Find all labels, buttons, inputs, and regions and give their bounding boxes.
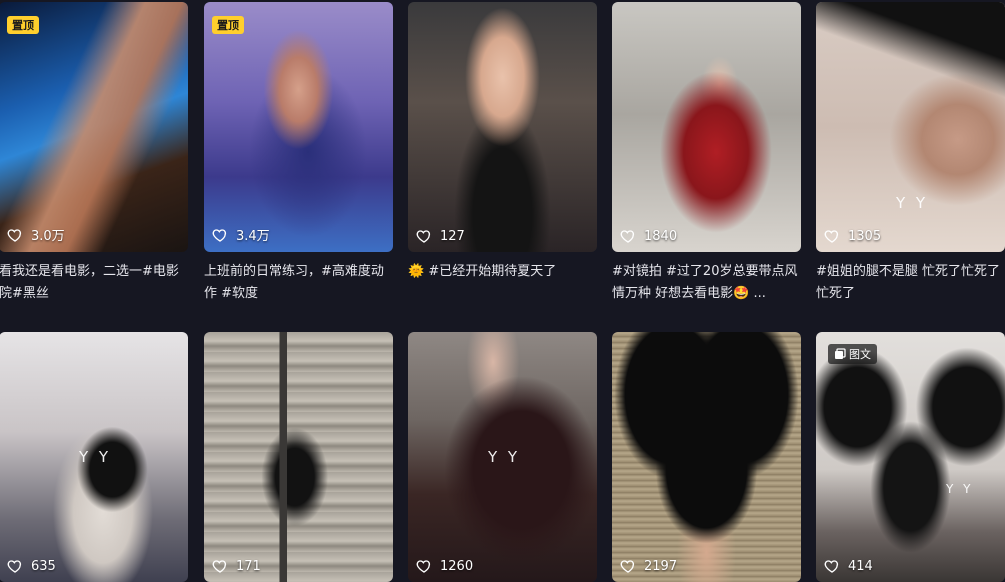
video-caption[interactable]: 🌞 #已经开始期待夏天了 <box>408 261 597 305</box>
gallery-icon <box>835 348 846 359</box>
video-thumbnail[interactable]: Y Y 635 <box>0 332 188 582</box>
video-card[interactable]: 2197 <box>612 332 801 582</box>
watermark: Y Y <box>488 448 521 466</box>
video-card[interactable]: Y Y 635 <box>0 332 188 582</box>
video-thumbnail[interactable]: 2197 <box>612 332 801 582</box>
video-card[interactable]: Y Y 1305 #姐姐的腿不是腿 忙死了忙死了忙死了 <box>816 2 1005 305</box>
video-thumbnail[interactable]: 图文 Y Y 414 <box>816 332 1005 582</box>
like-count-value: 171 <box>236 558 261 574</box>
gallery-badge: 图文 <box>828 344 877 364</box>
video-card[interactable]: 图文 Y Y 414 <box>816 332 1005 582</box>
video-caption[interactable]: 上班前的日常练习，#高难度动作 #软度 <box>204 261 393 305</box>
video-caption[interactable]: 看我还是看电影，二选一#电影院#黑丝 <box>0 261 188 305</box>
video-thumbnail[interactable]: 置顶 3.4万 <box>204 2 393 252</box>
watermark: Y Y <box>896 194 929 212</box>
like-count: 635 <box>7 558 56 574</box>
like-count-value: 127 <box>440 228 465 244</box>
video-card[interactable]: 置顶 3.0万 看我还是看电影，二选一#电影院#黑丝 <box>0 2 188 305</box>
like-count: 127 <box>416 228 465 244</box>
like-count-value: 1305 <box>848 228 882 244</box>
heart-outline-icon <box>7 228 22 242</box>
video-thumbnail[interactable]: 1840 <box>612 2 801 252</box>
video-thumbnail[interactable]: Y Y 1260 <box>408 332 597 582</box>
like-count: 3.4万 <box>212 225 270 244</box>
video-card[interactable]: 171 <box>204 332 393 582</box>
like-count-value: 3.4万 <box>236 229 270 244</box>
like-count: 1305 <box>824 228 881 244</box>
video-thumbnail[interactable]: Y Y 1305 <box>816 2 1005 252</box>
video-thumbnail[interactable]: 置顶 3.0万 <box>0 2 188 252</box>
pinned-badge: 置顶 <box>7 16 39 34</box>
like-count-value: 414 <box>848 558 873 574</box>
like-count-value: 1260 <box>440 558 474 574</box>
like-count-value: 635 <box>31 558 56 574</box>
video-card[interactable]: 1840 #对镜拍 #过了20岁总要带点风情万种 好想去看电影🤩 ... <box>612 2 801 305</box>
like-count: 1840 <box>620 228 677 244</box>
heart-outline-icon <box>824 230 839 243</box>
video-card[interactable]: Y Y 1260 <box>408 332 597 582</box>
like-count: 2197 <box>620 558 677 574</box>
like-count: 414 <box>824 558 873 574</box>
video-thumbnail[interactable]: 127 <box>408 2 597 252</box>
heart-outline-icon <box>416 230 431 243</box>
heart-outline-icon <box>212 560 227 573</box>
like-count: 1260 <box>416 558 473 574</box>
like-count: 171 <box>212 558 261 574</box>
like-count-value: 3.0万 <box>31 229 65 244</box>
pinned-badge: 置顶 <box>212 16 244 34</box>
heart-outline-icon <box>620 230 635 243</box>
video-card[interactable]: 127 🌞 #已经开始期待夏天了 <box>408 2 597 305</box>
video-card[interactable]: 置顶 3.4万 上班前的日常练习，#高难度动作 #软度 <box>204 2 393 305</box>
heart-outline-icon <box>620 560 635 573</box>
like-count-value: 1840 <box>644 228 678 244</box>
watermark: Y Y <box>946 482 974 496</box>
heart-outline-icon <box>212 228 227 242</box>
video-caption[interactable]: #姐姐的腿不是腿 忙死了忙死了忙死了 <box>816 261 1005 305</box>
watermark: Y Y <box>79 448 112 466</box>
heart-outline-icon <box>7 560 22 573</box>
heart-outline-icon <box>824 560 839 573</box>
video-grid: 置顶 3.0万 看我还是看电影，二选一#电影院#黑丝 置顶 3.4万 上班前的日… <box>0 0 1005 582</box>
gallery-badge-label: 图文 <box>849 348 871 361</box>
like-count: 3.0万 <box>7 225 65 244</box>
heart-outline-icon <box>416 560 431 573</box>
video-caption[interactable]: #对镜拍 #过了20岁总要带点风情万种 好想去看电影🤩 ... <box>612 261 801 305</box>
like-count-value: 2197 <box>644 558 678 574</box>
video-thumbnail[interactable]: 171 <box>204 332 393 582</box>
